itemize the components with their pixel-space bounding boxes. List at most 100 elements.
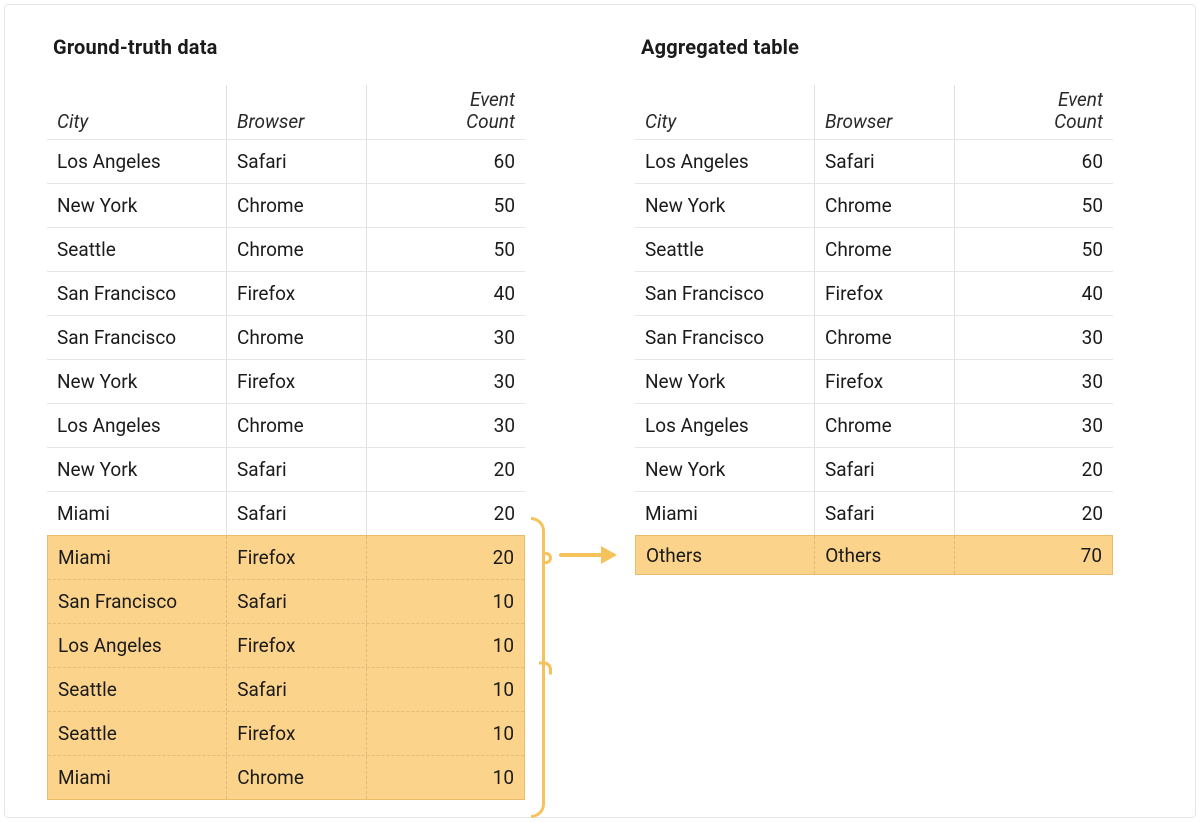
table-row: MiamiChrome10 <box>48 755 524 799</box>
table-row: MiamiSafari20 <box>47 491 525 535</box>
table-row: New YorkFirefox30 <box>47 359 525 403</box>
table-row: SeattleChrome50 <box>47 227 525 271</box>
cell-city: Los Angeles <box>48 624 227 667</box>
aggregation-connector <box>525 29 635 809</box>
table-row: San FranciscoFirefox40 <box>47 271 525 315</box>
table-row: New YorkChrome50 <box>47 183 525 227</box>
ground-truth-panel: Ground-truth data City Browser Event Cou… <box>47 29 525 800</box>
ground-truth-title: Ground-truth data <box>53 35 525 59</box>
cell-browser: Firefox <box>227 624 366 667</box>
table-row: MiamiFirefox20 <box>48 535 524 579</box>
brace-icon <box>531 517 545 818</box>
col-header-browser: Browser <box>227 85 367 139</box>
table-row: New YorkChrome50 <box>635 183 1113 227</box>
highlighted-rows: MiamiFirefox20San FranciscoSafari10Los A… <box>47 535 525 800</box>
cell-browser: Chrome <box>815 184 955 227</box>
cell-city: Los Angeles <box>635 404 815 447</box>
cell-event-count: 40 <box>367 272 525 315</box>
cell-city: Miami <box>48 536 227 579</box>
cell-city: New York <box>47 360 227 403</box>
cell-city: Los Angeles <box>47 140 227 183</box>
cell-browser: Safari <box>815 140 955 183</box>
cell-browser: Chrome <box>227 316 367 359</box>
cell-city: New York <box>47 448 227 491</box>
table-row: Los AngelesFirefox10 <box>48 623 524 667</box>
cell-event-count: 20 <box>955 492 1113 535</box>
cell-browser: Safari <box>227 580 366 623</box>
col-header-event: Event <box>466 89 515 111</box>
table-row: New YorkFirefox30 <box>635 359 1113 403</box>
cell-city: New York <box>635 448 815 491</box>
cell-event-count: 20 <box>367 492 525 535</box>
cell-browser: Chrome <box>815 228 955 271</box>
cell-event-count: 40 <box>955 272 1113 315</box>
cell-event-count: 10 <box>367 756 524 799</box>
table-row: Los AngelesSafari60 <box>635 139 1113 183</box>
table-row: SeattleSafari10 <box>48 667 524 711</box>
cell-event-count: 50 <box>367 228 525 271</box>
col-header-count: Count <box>466 111 515 133</box>
cell-browser: Firefox <box>227 712 366 755</box>
cell-city: Miami <box>47 492 227 535</box>
arrow-right-icon <box>559 553 615 557</box>
table-row: San FranciscoChrome30 <box>47 315 525 359</box>
cell-event-count: 20 <box>955 448 1113 491</box>
cell-browser: Chrome <box>227 756 366 799</box>
cell-browser: Chrome <box>815 404 955 447</box>
table-row: SeattleChrome50 <box>635 227 1113 271</box>
cell-event-count: 10 <box>367 624 524 667</box>
cell-browser: Firefox <box>815 272 955 315</box>
cell-event-count: 50 <box>367 184 525 227</box>
cell-browser: Chrome <box>815 316 955 359</box>
cell-event-count: 10 <box>367 712 524 755</box>
cell-browser: Safari <box>227 448 367 491</box>
table-row: OthersOthers70 <box>635 535 1113 575</box>
table-row: San FranciscoSafari10 <box>48 579 524 623</box>
cell-city: San Francisco <box>635 272 815 315</box>
cell-city: New York <box>635 184 815 227</box>
cell-city: Miami <box>635 492 815 535</box>
cell-city: San Francisco <box>47 316 227 359</box>
table-row: MiamiSafari20 <box>635 491 1113 535</box>
cell-city: Seattle <box>48 712 227 755</box>
cell-event-count: 30 <box>955 404 1113 447</box>
cell-city: Los Angeles <box>635 140 815 183</box>
cell-city: San Francisco <box>47 272 227 315</box>
cell-event-count: 30 <box>367 316 525 359</box>
cell-city: New York <box>635 360 815 403</box>
col-header-event-count: Event Count <box>955 85 1113 139</box>
cell-city: New York <box>47 184 227 227</box>
cell-city: Los Angeles <box>47 404 227 447</box>
col-header-event: Event <box>1054 89 1103 111</box>
cell-browser: Chrome <box>227 228 367 271</box>
cell-event-count: 60 <box>367 140 525 183</box>
cell-event-count: 50 <box>955 228 1113 271</box>
col-header-city: City <box>635 85 815 139</box>
aggregated-title: Aggregated table <box>641 35 1113 59</box>
cell-event-count: 30 <box>367 360 525 403</box>
cell-event-count: 50 <box>955 184 1113 227</box>
table-row: SeattleFirefox10 <box>48 711 524 755</box>
ground-truth-body: Los AngelesSafari60New YorkChrome50Seatt… <box>47 139 525 800</box>
table-row: Los AngelesChrome30 <box>47 403 525 447</box>
col-header-browser: Browser <box>815 85 955 139</box>
table-row: New YorkSafari20 <box>47 447 525 491</box>
cell-city: San Francisco <box>48 580 227 623</box>
cell-browser: Firefox <box>227 536 366 579</box>
col-header-event-count: Event Count <box>367 85 525 139</box>
cell-browser: Safari <box>815 448 955 491</box>
aggregated-body: Los AngelesSafari60New YorkChrome50Seatt… <box>635 139 1113 575</box>
cell-event-count: 30 <box>955 316 1113 359</box>
cell-city: Seattle <box>48 668 227 711</box>
aggregated-panel: Aggregated table City Browser Event Coun… <box>635 29 1113 575</box>
cell-event-count: 60 <box>955 140 1113 183</box>
diagram-frame: Ground-truth data City Browser Event Cou… <box>4 4 1196 818</box>
cell-browser: Firefox <box>227 360 367 403</box>
cell-event-count: 10 <box>367 668 524 711</box>
cell-city: San Francisco <box>635 316 815 359</box>
col-header-count: Count <box>1054 111 1103 133</box>
table-row: Los AngelesChrome30 <box>635 403 1113 447</box>
col-header-city: City <box>47 85 227 139</box>
table-row: New YorkSafari20 <box>635 447 1113 491</box>
cell-event-count: 30 <box>955 360 1113 403</box>
